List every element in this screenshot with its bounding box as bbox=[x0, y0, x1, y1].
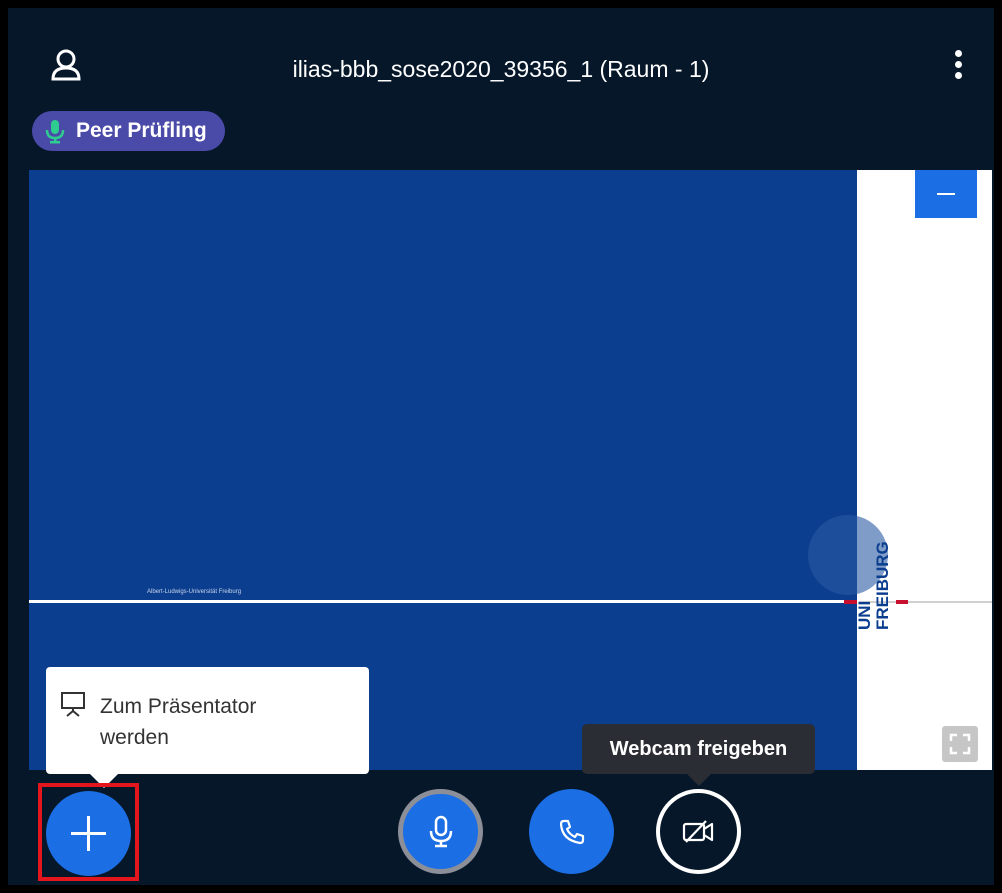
institution-text: Albert-Ludwigs-Universität Freiburg bbox=[147, 589, 242, 595]
more-vertical-icon bbox=[950, 50, 966, 79]
logo-line-freiburg: FREIBURG bbox=[873, 541, 892, 630]
share-webcam-button[interactable] bbox=[656, 789, 741, 874]
minimize-presentation-button[interactable] bbox=[915, 170, 977, 218]
slide-divider-line bbox=[29, 600, 859, 603]
video-off-icon bbox=[682, 819, 713, 843]
logo-line-uni: UNI bbox=[855, 600, 874, 630]
nav-bar: ilias-bbb_sose2020_39356_1 (Raum - 1) bbox=[8, 8, 994, 108]
fullscreen-button[interactable] bbox=[942, 726, 978, 762]
fullscreen-icon bbox=[949, 733, 971, 755]
webcam-tooltip: Webcam freigeben bbox=[582, 724, 815, 786]
meeting-title: ilias-bbb_sose2020_39356_1 (Raum - 1) bbox=[292, 56, 710, 82]
conference-app: ilias-bbb_sose2020_39356_1 (Raum - 1) Pe… bbox=[8, 8, 994, 885]
options-menu-button[interactable] bbox=[950, 48, 966, 86]
leave-audio-button[interactable] bbox=[529, 789, 614, 874]
actions-button-highlight bbox=[38, 783, 139, 881]
talker-name: Peer Prüfling bbox=[76, 119, 207, 142]
actions-button[interactable] bbox=[46, 791, 131, 876]
uni-freiburg-logo: UNI FREIBURG bbox=[851, 500, 911, 640]
actions-dropdown: Zum Präsentator werden bbox=[46, 667, 369, 788]
take-presenter-menu-item[interactable]: Zum Präsentator werden bbox=[60, 689, 350, 759]
phone-icon bbox=[559, 819, 584, 844]
microphone-icon bbox=[429, 815, 452, 847]
microphone-icon bbox=[45, 120, 65, 144]
talking-indicator[interactable]: Peer Prüfling bbox=[32, 111, 225, 151]
mute-microphone-button[interactable] bbox=[398, 789, 483, 874]
slide-side-strip bbox=[857, 170, 992, 770]
presentation-icon bbox=[61, 692, 85, 717]
take-presenter-label: Zum Präsentator werden bbox=[100, 695, 257, 749]
